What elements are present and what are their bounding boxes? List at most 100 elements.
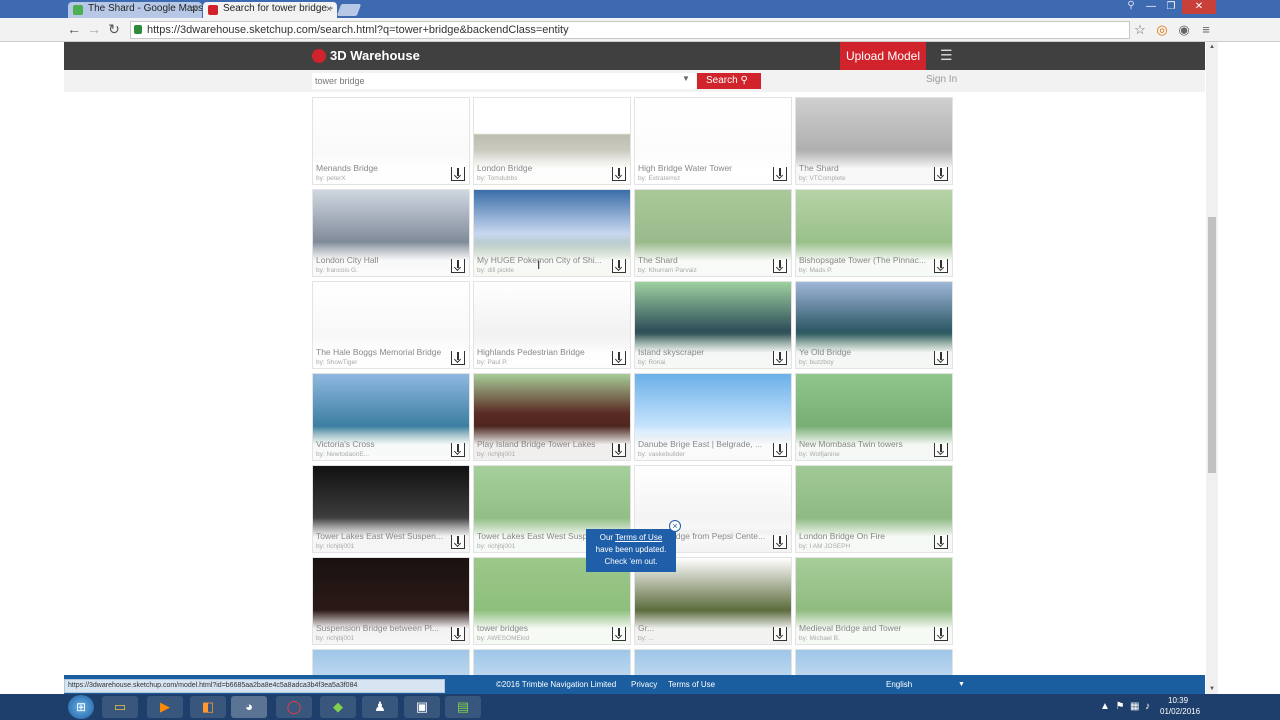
download-icon[interactable] bbox=[934, 351, 948, 365]
model-author[interactable]: by: VTComplete bbox=[799, 175, 931, 182]
model-title[interactable]: High Bridge Water Tower bbox=[638, 163, 770, 173]
result-card[interactable]: Bishopsgate Tower (The Pinnac... by: Mads… bbox=[795, 189, 953, 277]
clock-time[interactable]: 10:39 bbox=[1168, 696, 1188, 705]
model-title[interactable]: Medieval Bridge and Tower bbox=[799, 623, 931, 633]
result-card[interactable]: Highlands Pedestrian Bridge by: Paul P. bbox=[473, 281, 631, 369]
model-author[interactable]: by: francois G. bbox=[316, 267, 448, 274]
download-icon[interactable] bbox=[612, 167, 626, 181]
download-icon[interactable] bbox=[451, 627, 465, 641]
result-card[interactable]: High Bridge Water Tower by: Extraterrez bbox=[634, 97, 792, 185]
model-author[interactable]: by: Wolfjanine bbox=[799, 451, 931, 458]
model-title[interactable]: Bishopsgate Tower (The Pinnac... bbox=[799, 255, 931, 265]
download-icon[interactable] bbox=[934, 627, 948, 641]
sign-in-link[interactable]: Sign In bbox=[926, 74, 957, 85]
language-select[interactable]: English bbox=[886, 675, 912, 694]
model-title[interactable]: Menands Bridge bbox=[316, 163, 448, 173]
download-icon[interactable] bbox=[451, 535, 465, 549]
model-author[interactable]: by: ShowTiger bbox=[316, 359, 448, 366]
result-card[interactable]: London Bridge by: Tomdubbs bbox=[473, 97, 631, 185]
tab-google-maps[interactable]: The Shard - Google Maps × bbox=[68, 2, 202, 18]
download-icon[interactable] bbox=[451, 259, 465, 273]
tab-close-icon[interactable]: × bbox=[326, 3, 332, 17]
result-card[interactable]: Danube Brige East | Belgrade, ... by: vas… bbox=[634, 373, 792, 461]
reload-icon[interactable]: ↻ bbox=[105, 21, 123, 39]
office-icon[interactable]: ◧ bbox=[190, 696, 226, 718]
terms-link[interactable]: Terms of Use bbox=[668, 675, 715, 694]
download-icon[interactable] bbox=[773, 627, 787, 641]
result-card[interactable]: The Hale Boggs Memorial Bridge by: ShowTi… bbox=[312, 281, 470, 369]
bookmark-star-icon[interactable]: ☆ bbox=[1131, 21, 1149, 39]
screen-icon[interactable]: ▣ bbox=[404, 696, 440, 718]
model-author[interactable]: by: I AM JOSEPH bbox=[799, 543, 931, 550]
model-title[interactable]: London City Hall bbox=[316, 255, 448, 265]
explorer-icon[interactable]: ▭ bbox=[102, 696, 138, 718]
network-icon[interactable]: ▦ bbox=[1130, 701, 1139, 712]
download-icon[interactable] bbox=[934, 443, 948, 457]
model-title[interactable]: New Mombasa Twin towers bbox=[799, 439, 931, 449]
model-title[interactable]: Highlands Pedestrian Bridge bbox=[477, 347, 609, 357]
back-arrow-icon[interactable]: ← bbox=[65, 21, 83, 39]
scroll-down-icon[interactable]: ▼ bbox=[1208, 686, 1216, 692]
extension-icon[interactable]: ◎ bbox=[1153, 21, 1171, 39]
result-card-partial[interactable] bbox=[473, 649, 631, 675]
model-title[interactable]: The Shard bbox=[638, 255, 770, 265]
model-title[interactable]: Gr... bbox=[638, 623, 770, 633]
user-profile-icon[interactable]: ⚲ bbox=[1122, 0, 1140, 14]
chrome-icon[interactable]: ◕ bbox=[231, 696, 267, 718]
download-icon[interactable] bbox=[612, 443, 626, 457]
download-icon[interactable] bbox=[451, 351, 465, 365]
model-title[interactable]: Play Island Bridge Tower Lakes bbox=[477, 439, 609, 449]
model-title[interactable]: Danube Brige East | Belgrade, ... bbox=[638, 439, 770, 449]
terms-popup[interactable]: Our Terms of Use have been updated. Chec… bbox=[586, 529, 676, 572]
model-author[interactable]: by: Paul P. bbox=[477, 359, 609, 366]
new-tab-button[interactable] bbox=[336, 4, 362, 16]
result-card[interactable]: My HUGE Pokemon City of Shi... by: dill p… bbox=[473, 189, 631, 277]
model-title[interactable]: Tower Lakes East West Suspen... bbox=[316, 531, 448, 541]
flag-icon[interactable]: ⚑ bbox=[1115, 701, 1124, 712]
model-author[interactable]: by: buzzboy bbox=[799, 359, 931, 366]
forward-arrow-icon[interactable]: → bbox=[85, 21, 103, 39]
download-icon[interactable] bbox=[612, 351, 626, 365]
clock-date[interactable]: 01/02/2016 bbox=[1160, 707, 1200, 716]
result-card[interactable]: Menands Bridge by: peterX bbox=[312, 97, 470, 185]
terms-link[interactable]: Terms of Use bbox=[615, 533, 662, 542]
result-card[interactable]: Medieval Bridge and Tower by: Michael B. bbox=[795, 557, 953, 645]
download-icon[interactable] bbox=[612, 627, 626, 641]
model-title[interactable]: My HUGE Pokemon City of Shi... bbox=[477, 255, 609, 265]
model-author[interactable]: by: Tomdubbs bbox=[477, 175, 609, 182]
chevron-down-icon[interactable]: ▼ bbox=[958, 675, 965, 694]
model-author[interactable]: by: vaskebuilder bbox=[638, 451, 770, 458]
app-icon[interactable]: ♟ bbox=[362, 696, 398, 718]
model-title[interactable]: Island skyscraper bbox=[638, 347, 770, 357]
result-card-partial[interactable] bbox=[634, 649, 792, 675]
model-author[interactable]: by: Extraterrez bbox=[638, 175, 770, 182]
model-author[interactable]: by: Khurram Parvaiz bbox=[638, 267, 770, 274]
upload-model-button[interactable]: Upload Model bbox=[840, 42, 926, 70]
scrollbar[interactable]: ▲ ▼ bbox=[1206, 42, 1218, 694]
tab-search-tower-bridge[interactable]: Search for tower bridge - × bbox=[203, 2, 337, 18]
menu-icon[interactable]: ☰ bbox=[940, 47, 956, 63]
start-button[interactable]: ⊞ bbox=[68, 695, 94, 719]
model-title[interactable]: The Hale Boggs Memorial Bridge bbox=[316, 347, 448, 357]
scroll-thumb[interactable] bbox=[1208, 217, 1216, 473]
model-title[interactable]: London Bridge bbox=[477, 163, 609, 173]
volume-icon[interactable]: ♪ bbox=[1145, 701, 1150, 712]
opera-icon[interactable]: ◯ bbox=[276, 696, 312, 718]
model-title[interactable]: Victoria's Cross bbox=[316, 439, 448, 449]
scroll-up-icon[interactable]: ▲ bbox=[1208, 44, 1216, 50]
download-icon[interactable] bbox=[773, 351, 787, 365]
model-title[interactable]: Ye Old Bridge bbox=[799, 347, 931, 357]
model-author[interactable]: by: AWESOMEkid bbox=[477, 635, 609, 642]
model-title[interactable]: The Shard bbox=[799, 163, 931, 173]
model-title[interactable]: tower bridges bbox=[477, 623, 609, 633]
tab-close-icon[interactable]: × bbox=[191, 3, 197, 17]
maximize-icon[interactable]: ❐ bbox=[1162, 0, 1180, 14]
search-input[interactable] bbox=[312, 73, 696, 89]
camtasia-icon[interactable]: ◆ bbox=[320, 696, 356, 718]
download-icon[interactable] bbox=[773, 259, 787, 273]
download-icon[interactable] bbox=[773, 443, 787, 457]
logo[interactable]: 3D Warehouse bbox=[312, 46, 420, 66]
result-card[interactable]: The Shard by: Khurram Parvaiz bbox=[634, 189, 792, 277]
model-author[interactable]: by: Ronai bbox=[638, 359, 770, 366]
result-card[interactable]: Play Island Bridge Tower Lakes by: richjb… bbox=[473, 373, 631, 461]
